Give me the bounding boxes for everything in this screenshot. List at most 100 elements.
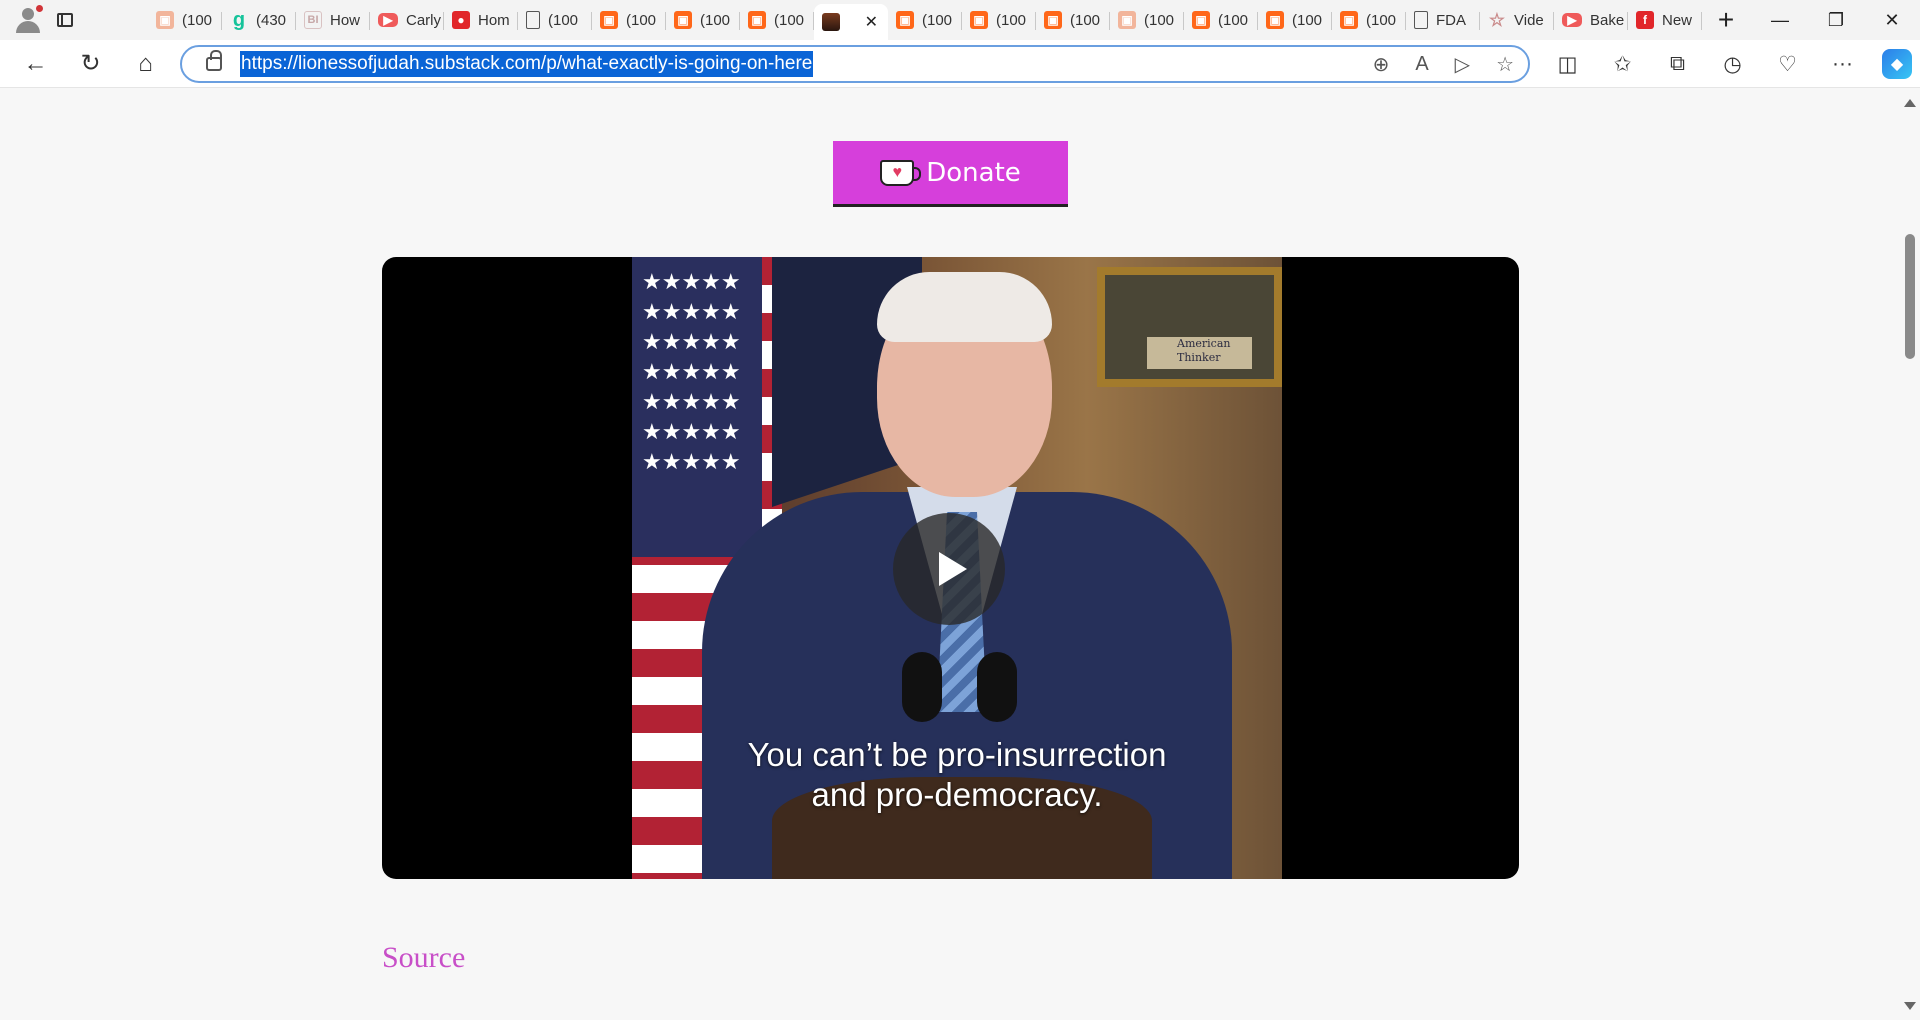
tab[interactable]: ▣ (100 [888, 4, 962, 36]
copilot-icon[interactable]: ◆ [1882, 49, 1912, 79]
tab-label: (100 [1070, 11, 1101, 29]
tab-label: FDA [1436, 11, 1466, 29]
zoom-icon[interactable]: ⊕ [1373, 52, 1390, 77]
substack-faded-icon: ▣ [156, 11, 174, 29]
back-button[interactable]: ← [8, 40, 63, 88]
tab[interactable]: BI How [296, 4, 370, 36]
scroll-down-arrow-icon[interactable] [1904, 1002, 1916, 1010]
tab[interactable]: ▣ (100 [1332, 4, 1406, 36]
profile-head-icon [22, 8, 34, 20]
wall-painting-image [1097, 267, 1282, 387]
youtube-icon: ▶ [1562, 13, 1582, 27]
split-screen-icon[interactable]: ◫ [1540, 40, 1595, 88]
caption-line-1: You can’t be pro-insurrection [747, 736, 1167, 773]
page-content: ♥ Donate ★★★★★★★★★★★★★★★★★★★★★★★★★★★★★★★… [0, 89, 1900, 1020]
tab-label: (100 [774, 11, 805, 29]
source-link[interactable]: Source [382, 941, 465, 975]
star-icon: ☆ [1488, 9, 1506, 30]
close-window-button[interactable]: ✕ [1864, 0, 1920, 40]
browser-actions: ◫ ✩ ⧉ ◷ ♡ ··· ◆ [1540, 40, 1912, 88]
tab[interactable]: ▣ (100 [1258, 4, 1332, 36]
play-button[interactable] [893, 513, 1005, 625]
immersive-reader-icon[interactable]: ▷ [1455, 52, 1470, 77]
substack-icon: ▣ [896, 11, 914, 29]
watermark-line-1: American [1177, 337, 1231, 350]
url-text[interactable]: https://lionessofjudah.substack.com/p/wh… [240, 51, 814, 77]
tab[interactable]: f New [1628, 4, 1702, 36]
donate-label: Donate [926, 157, 1021, 188]
tab-label: Carly [406, 11, 442, 29]
tab[interactable]: ▣ (100 [1184, 4, 1258, 36]
page-scrollbar[interactable] [1900, 89, 1920, 1020]
youtube-icon: ▶ [378, 13, 398, 27]
tab-label: (100 [700, 11, 731, 29]
close-tab-icon[interactable]: ✕ [865, 12, 878, 32]
tab-label: New [1662, 11, 1693, 29]
tab-actions-icon [57, 13, 73, 27]
tab[interactable]: FDA [1406, 4, 1480, 36]
donate-button[interactable]: ♥ Donate [833, 141, 1068, 207]
scroll-thumb[interactable] [1905, 234, 1915, 359]
grammarly-icon: g [232, 8, 246, 31]
notification-dot-icon [36, 5, 43, 12]
tab[interactable]: ● Hom [444, 4, 518, 36]
tab-label: (100 [548, 11, 579, 29]
minimize-button[interactable]: — [1752, 0, 1808, 40]
tab[interactable]: ▣ (100 [1036, 4, 1110, 36]
substack-icon: ▣ [1340, 11, 1358, 29]
tab-list: ▣ (100 g (430 BI How ▶ Carly ● Hom (100 ▣ (100 ▣ (100 ▣… [148, 0, 1702, 40]
favorites-icon[interactable]: ✩ [1595, 40, 1650, 88]
tab[interactable]: ▣ (100 [148, 4, 222, 36]
new-tab-button[interactable]: + [1702, 0, 1750, 40]
performance-icon[interactable]: ♡ [1760, 40, 1815, 88]
video-player[interactable]: ★★★★★★★★★★★★★★★★★★★★★★★★★★★★★★★★★★★ Amer… [382, 257, 1519, 879]
tab[interactable]: ▶ Bake [1554, 4, 1628, 36]
window-controls: — ❐ ✕ [1752, 0, 1920, 40]
tab[interactable]: g (430 [222, 4, 296, 36]
tab-label: (100 [922, 11, 953, 29]
tab[interactable]: ▣ (100 [666, 4, 740, 36]
tab[interactable]: (100 [518, 4, 592, 36]
tab[interactable]: ▣ (100 [740, 4, 814, 36]
more-menu-icon[interactable]: ··· [1815, 40, 1870, 88]
caption-line-2: and pro-democracy. [811, 776, 1103, 813]
tab[interactable]: ▶ Carly [370, 4, 444, 36]
tab-actions-button[interactable] [40, 0, 90, 40]
flag-stars-image: ★★★★★★★★★★★★★★★★★★★★★★★★★★★★★★★★★★★ [632, 257, 762, 557]
restore-button[interactable]: ❐ [1808, 0, 1864, 40]
home-button[interactable]: ⌂ [118, 40, 173, 88]
tab[interactable]: ▣ (100 [1110, 4, 1184, 36]
tab-active[interactable]: ✕ [814, 4, 888, 40]
read-aloud-icon[interactable]: A [1415, 53, 1428, 76]
tab-label: Bake [1590, 11, 1625, 29]
video-caption: You can’t be pro-insurrection and pro-de… [632, 735, 1282, 815]
tab-label: (100 [1144, 11, 1175, 29]
tab[interactable]: ▣ (100 [592, 4, 666, 36]
tab-label: (100 [1218, 11, 1249, 29]
lock-icon[interactable] [206, 50, 222, 71]
refresh-button[interactable]: ↻ [63, 40, 118, 88]
tab-label: (100 [1292, 11, 1323, 29]
tab-label: (100 [996, 11, 1027, 29]
document-icon [526, 11, 540, 29]
tab[interactable]: ▣ (100 [962, 4, 1036, 36]
favorite-star-icon[interactable]: ☆ [1496, 52, 1514, 77]
tab-label: How [330, 11, 361, 29]
collections-icon[interactable]: ⧉ [1650, 40, 1705, 88]
history-icon[interactable]: ◷ [1705, 40, 1760, 88]
tab-label: (100 [1366, 11, 1397, 29]
scroll-up-arrow-icon[interactable] [1904, 99, 1916, 107]
substack-faded-icon: ▣ [1118, 11, 1136, 29]
tab-label: (430 [256, 11, 287, 29]
tab-label: Hom [478, 11, 510, 29]
profile-body-icon [16, 21, 40, 33]
profile-avatar[interactable] [0, 0, 43, 40]
tab-label: (100 [626, 11, 657, 29]
watermark-line-2: Thinker [1177, 351, 1221, 364]
document-icon [1414, 11, 1428, 29]
tab[interactable]: ☆ Vide [1480, 4, 1554, 36]
address-bar[interactable]: https://lionessofjudah.substack.com/p/wh… [180, 45, 1530, 83]
substack-icon: ▣ [674, 11, 692, 29]
tab-label: (100 [182, 11, 213, 29]
substack-icon: ▣ [970, 11, 988, 29]
